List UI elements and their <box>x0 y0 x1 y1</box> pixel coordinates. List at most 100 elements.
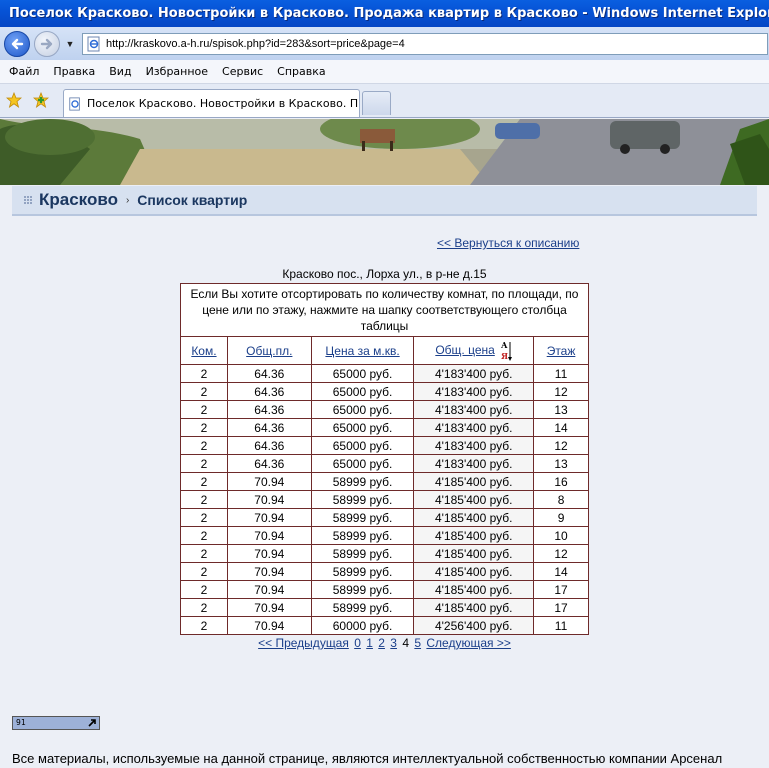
arrow-right-icon <box>40 38 53 49</box>
cell-floor: 12 <box>533 382 589 401</box>
cell-rooms: 2 <box>180 382 228 401</box>
page-link-1[interactable]: 1 <box>366 636 373 650</box>
current-page: 4 <box>402 636 410 650</box>
back-to-description-link[interactable]: << Вернуться к описанию <box>437 236 579 250</box>
column-header-rooms[interactable]: Ком. <box>180 336 228 365</box>
tab-active[interactable]: Поселок Красково. Новостройки в Красково… <box>63 89 360 117</box>
pagination: << Предыдущая 0 1 2 3 4 5 Следующая >> <box>180 636 589 650</box>
property-address: Красково пос., Лорха ул., в р-не д.15 <box>282 267 487 281</box>
cell-area: 64.36 <box>226 454 312 473</box>
prev-page-link[interactable]: << Предыдущая <box>258 636 349 650</box>
forward-button[interactable] <box>34 30 60 57</box>
cell-price-sqm: 65000 руб. <box>310 364 415 383</box>
column-header-price-sqm[interactable]: Цена за м.кв. <box>310 336 415 365</box>
sort-rooms-link[interactable]: Ком. <box>191 344 216 358</box>
cell-floor: 12 <box>533 544 589 563</box>
banner-image <box>0 119 769 185</box>
page-icon <box>87 36 100 51</box>
table-row: 2 64.36 65000 руб. 4'183'400 руб. 12 <box>180 382 589 401</box>
cell-floor: 14 <box>533 562 589 581</box>
cell-area: 64.36 <box>226 418 312 437</box>
page-link-5[interactable]: 5 <box>414 636 421 650</box>
menu-file[interactable]: Файл <box>2 65 46 78</box>
table-body: 2 64.36 65000 руб. 4'183'400 руб. 11 2 64.36 65… <box>180 364 589 635</box>
add-favorite-icon[interactable] <box>33 92 49 108</box>
column-header-total-price[interactable]: Общ. цена А Я <box>413 336 535 365</box>
table-row: 2 64.36 65000 руб. 4'183'400 руб. 11 <box>180 364 589 383</box>
cell-floor: 13 <box>533 454 589 473</box>
sort-letter-bottom: Я <box>501 351 508 361</box>
cell-area: 70.94 <box>226 580 312 599</box>
cell-area: 70.94 <box>226 616 312 635</box>
cell-rooms: 2 <box>180 616 228 635</box>
table-row: 2 70.94 60000 руб. 4'256'400 руб. 11 <box>180 616 589 635</box>
sort-total-price-link[interactable]: Общ. цена <box>435 343 494 357</box>
cell-total-price: 4'183'400 руб. <box>413 364 535 383</box>
cell-price-sqm: 65000 руб. <box>310 382 415 401</box>
cell-floor: 11 <box>533 616 589 635</box>
menu-help[interactable]: Справка <box>270 65 332 78</box>
cell-floor: 8 <box>533 490 589 509</box>
next-page-link[interactable]: Следующая >> <box>426 636 510 650</box>
sort-price-sqm-link[interactable]: Цена за м.кв. <box>325 344 399 358</box>
tab-bar: Поселок Красково. Новостройки в Красково… <box>0 84 769 118</box>
page-link-0[interactable]: 0 <box>354 636 361 650</box>
favorites-star-icon[interactable] <box>6 92 22 108</box>
cell-total-price: 4'185'400 руб. <box>413 472 535 491</box>
counter-value: 91 <box>16 718 26 727</box>
cell-area: 70.94 <box>226 562 312 581</box>
cell-floor: 11 <box>533 364 589 383</box>
sort-area-link[interactable]: Общ.пл. <box>246 344 292 358</box>
navigation-bar: ▼ http://kraskovo.a-h.ru/spisok.php?id=2… <box>0 27 769 60</box>
menu-edit[interactable]: Правка <box>46 65 102 78</box>
site-title[interactable]: Красково <box>39 190 118 210</box>
table-row: 2 70.94 58999 руб. 4'185'400 руб. 17 <box>180 580 589 599</box>
visit-counter[interactable]: 91 <box>12 716 100 730</box>
cell-total-price: 4'185'400 руб. <box>413 562 535 581</box>
menu-view[interactable]: Вид <box>102 65 138 78</box>
history-dropdown-icon[interactable]: ▼ <box>64 38 76 50</box>
cell-rooms: 2 <box>180 418 228 437</box>
cell-price-sqm: 58999 руб. <box>310 562 415 581</box>
cell-price-sqm: 65000 руб. <box>310 418 415 437</box>
cell-price-sqm: 60000 руб. <box>310 616 415 635</box>
cell-area: 70.94 <box>226 544 312 563</box>
window-titlebar: Поселок Красково. Новостройки в Красково… <box>0 0 769 27</box>
cell-rooms: 2 <box>180 544 228 563</box>
cell-rooms: 2 <box>180 400 228 419</box>
window-title: Поселок Красково. Новостройки в Красково… <box>9 6 769 21</box>
back-button[interactable] <box>4 30 30 57</box>
arrow-up-right-icon <box>88 719 96 727</box>
cell-rooms: 2 <box>180 562 228 581</box>
cell-rooms: 2 <box>180 364 228 383</box>
section-title: Список квартир <box>137 192 248 208</box>
page-link-2[interactable]: 2 <box>378 636 385 650</box>
menu-tools[interactable]: Сервис <box>215 65 270 78</box>
menu-favorites[interactable]: Избранное <box>139 65 215 78</box>
sort-floor-link[interactable]: Этаж <box>547 344 576 358</box>
cell-floor: 14 <box>533 418 589 437</box>
cell-area: 70.94 <box>226 472 312 491</box>
table-row: 2 70.94 58999 руб. 4'185'400 руб. 9 <box>180 508 589 527</box>
cell-rooms: 2 <box>180 454 228 473</box>
sort-hint: Если Вы хотите отсортировать по количест… <box>180 283 589 337</box>
apartments-table: Если Вы хотите отсортировать по количест… <box>180 283 589 635</box>
cell-floor: 12 <box>533 436 589 455</box>
column-header-floor[interactable]: Этаж <box>533 336 589 365</box>
address-bar[interactable]: http://kraskovo.a-h.ru/spisok.php?id=283… <box>82 32 768 55</box>
tab-label: Поселок Красково. Новостройки в Красково… <box>87 97 360 110</box>
cell-floor: 10 <box>533 526 589 545</box>
cell-rooms: 2 <box>180 598 228 617</box>
breadcrumb-separator: › <box>125 194 130 206</box>
cell-total-price: 4'185'400 руб. <box>413 508 535 527</box>
cell-price-sqm: 65000 руб. <box>310 436 415 455</box>
table-row: 2 70.94 58999 руб. 4'185'400 руб. 10 <box>180 526 589 545</box>
column-header-area[interactable]: Общ.пл. <box>226 336 312 365</box>
new-tab-button[interactable] <box>362 91 391 115</box>
cell-price-sqm: 58999 руб. <box>310 472 415 491</box>
table-row: 2 64.36 65000 руб. 4'183'400 руб. 14 <box>180 418 589 437</box>
sort-direction-icon: А Я <box>501 340 513 361</box>
page-link-3[interactable]: 3 <box>390 636 397 650</box>
cell-price-sqm: 58999 руб. <box>310 490 415 509</box>
grip-dots-icon <box>24 196 32 204</box>
